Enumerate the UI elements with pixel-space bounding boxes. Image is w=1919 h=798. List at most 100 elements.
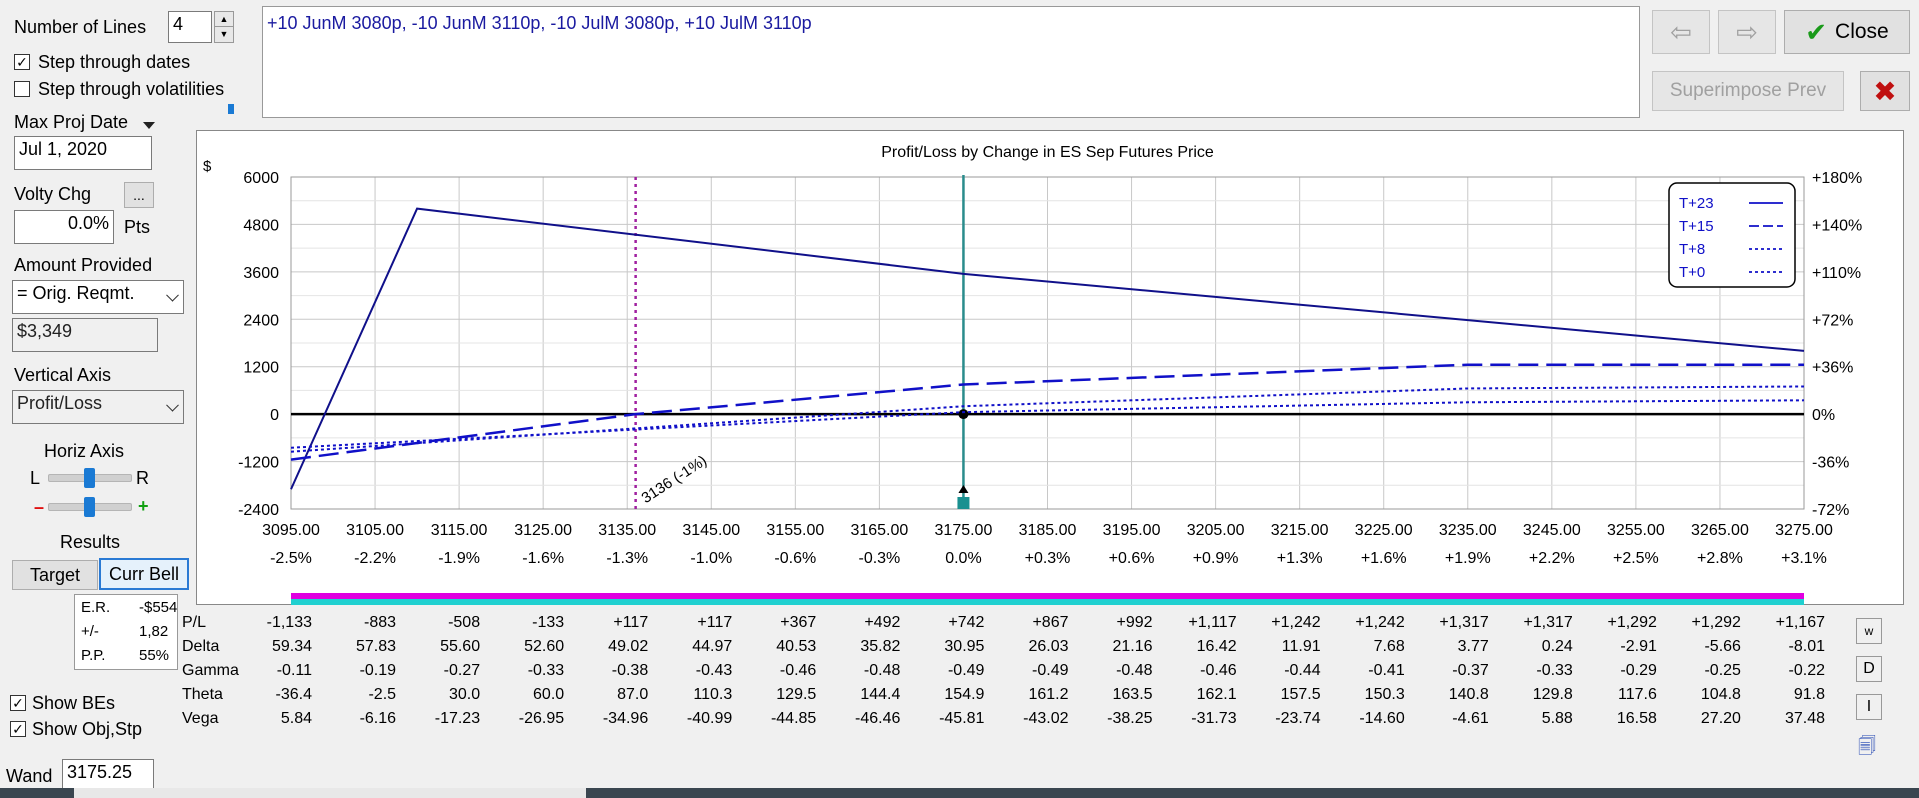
table-cell: 44.97 (692, 638, 733, 655)
x-pct-tick-label: +2.5% (1613, 550, 1659, 567)
table-cell: 49.02 (608, 638, 649, 655)
wand-input[interactable]: 3175.25 (62, 759, 154, 791)
target-tab[interactable]: Target (12, 560, 98, 590)
table-cell: 26.03 (1028, 638, 1069, 655)
table-cell: -14.60 (1359, 710, 1405, 727)
spin-up-icon[interactable]: ▲ (215, 12, 233, 27)
table-cell: 87.0 (617, 686, 649, 703)
table-cell: -0.33 (1536, 662, 1573, 679)
delete-x-button[interactable]: ✖ (1860, 71, 1910, 111)
x-pct-tick-label: -2.2% (354, 550, 396, 567)
table-cell: 3.77 (1457, 638, 1489, 655)
table-cell: -44.85 (770, 710, 817, 727)
x-tick-label: 3245.00 (1523, 522, 1581, 539)
legend-label: T+23 (1679, 195, 1714, 212)
table-cell: +492 (864, 614, 901, 631)
table-cell: -36.4 (275, 686, 312, 703)
table-cell: +117 (613, 614, 649, 631)
next-arrow-button[interactable]: ⇨ (1718, 10, 1776, 54)
x-tick-label: 3135.00 (598, 522, 656, 539)
position-text-area[interactable]: +10 JunM 3080p, -10 JunM 3110p, -10 JulM… (262, 6, 1640, 118)
side-button-w[interactable]: w (1856, 618, 1882, 644)
y2-tick-label: +72% (1812, 312, 1853, 329)
y2-tick-label: +36% (1812, 360, 1853, 377)
prev-arrow-button[interactable]: ⇦ (1652, 10, 1710, 54)
num-lines-spinner[interactable]: ▲ ▼ (214, 11, 234, 43)
legend-label: T+0 (1679, 264, 1705, 281)
curr-bell-tab[interactable]: Curr Bell (99, 558, 189, 590)
step-dates-checkbox[interactable]: ✓ (14, 54, 30, 70)
spin-down-icon[interactable]: ▼ (215, 27, 233, 42)
table-cell: +1,317 (1439, 614, 1489, 631)
wand-label: Wand (6, 766, 53, 786)
superimpose-prev-button[interactable]: Superimpose Prev (1652, 71, 1844, 111)
y2-tick-label: +180% (1812, 170, 1862, 187)
row-label-p-l: P/L (182, 614, 207, 631)
volty-more-button[interactable]: ... (124, 182, 154, 208)
x-tick-label: 3145.00 (682, 522, 740, 539)
pp-label: P.P. (81, 647, 106, 664)
zoom-slider-thumb[interactable] (84, 497, 95, 517)
table-cell: 154.9 (944, 686, 985, 703)
pp-value: 55% (139, 647, 170, 664)
step-vol-checkbox[interactable] (14, 81, 30, 97)
table-cell: -0.33 (527, 662, 565, 679)
chevron-down-icon (166, 398, 179, 412)
table-cell: -0.25 (1704, 662, 1741, 679)
chart-panel: Profit/Loss by Change in ES Sep Futures … (196, 130, 1904, 605)
chart-svg[interactable]: Profit/Loss by Change in ES Sep Futures … (197, 131, 1905, 606)
table-cell: +1,317 (1523, 614, 1573, 631)
num-lines-input[interactable]: 4 (168, 11, 212, 43)
x-tick-label: 3185.00 (1019, 522, 1077, 539)
table-cell: 5.84 (280, 710, 312, 727)
zoom-plus-icon[interactable]: + (138, 496, 149, 517)
table-cell: 60.0 (533, 686, 565, 703)
max-proj-label[interactable]: Max Proj Date (14, 112, 128, 133)
y-tick-label: -1200 (238, 455, 279, 472)
side-button-i[interactable]: I (1856, 694, 1882, 720)
table-cell: 7.68 (1373, 638, 1405, 655)
x-pct-tick-label: +1.3% (1277, 550, 1323, 567)
horiz-axis-slider-thumb[interactable] (84, 468, 95, 488)
row-label-gamma: Gamma (182, 662, 239, 679)
table-cell: -883 (364, 614, 397, 631)
export-icon[interactable]: 🗐 (1858, 734, 1876, 764)
table-cell: 91.8 (1793, 686, 1825, 703)
table-cell: -40.99 (686, 710, 733, 727)
table-cell: -0.11 (276, 662, 312, 679)
x-pct-tick-label: -1.6% (522, 550, 564, 567)
x-tick-label: 3155.00 (766, 522, 824, 539)
current-price-handle[interactable] (957, 497, 970, 509)
table-cell: 110.3 (693, 686, 733, 703)
vertical-axis-select[interactable]: Profit/Loss (12, 390, 184, 424)
table-cell: -0.44 (1284, 662, 1321, 679)
x-tick-label: 3225.00 (1355, 522, 1413, 539)
table-cell: 30.95 (944, 638, 985, 655)
max-proj-dropdown-icon[interactable] (143, 122, 155, 129)
x-tick-label: 3115.00 (431, 522, 488, 539)
vol-slider-thumb[interactable] (228, 104, 234, 114)
zoom-minus-icon[interactable]: – (34, 497, 44, 518)
side-button-d[interactable]: D (1856, 656, 1882, 682)
probability-bar-magenta (291, 593, 1804, 599)
amount-provided-select[interactable]: = Orig. Reqmt. (12, 280, 184, 314)
table-cell: -0.41 (1368, 662, 1405, 679)
x-pct-tick-label: +1.9% (1445, 550, 1491, 567)
table-cell: 55.60 (440, 638, 481, 655)
table-cell: 30.0 (448, 686, 481, 703)
volty-chg-input[interactable]: 0.0% (14, 210, 114, 244)
show-obj-checkbox[interactable]: ✓ (10, 721, 26, 737)
close-button[interactable]: ✔ Close (1784, 10, 1910, 54)
table-cell: -43.02 (1023, 710, 1069, 727)
table-cell: -1,133 (266, 614, 312, 631)
taskbar-segment (74, 788, 586, 798)
x-tick-label: 3165.00 (850, 522, 908, 539)
table-cell: -508 (448, 614, 481, 631)
max-proj-date-input[interactable]: Jul 1, 2020 (14, 136, 152, 170)
horiz-axis-l-label: L (30, 468, 41, 488)
table-cell: -133 (532, 614, 565, 631)
chart-title: Profit/Loss by Change in ES Sep Futures … (881, 144, 1214, 161)
y-tick-label: 4800 (243, 217, 279, 234)
y-tick-label: -2400 (238, 502, 279, 519)
show-bes-checkbox[interactable]: ✓ (10, 695, 26, 711)
